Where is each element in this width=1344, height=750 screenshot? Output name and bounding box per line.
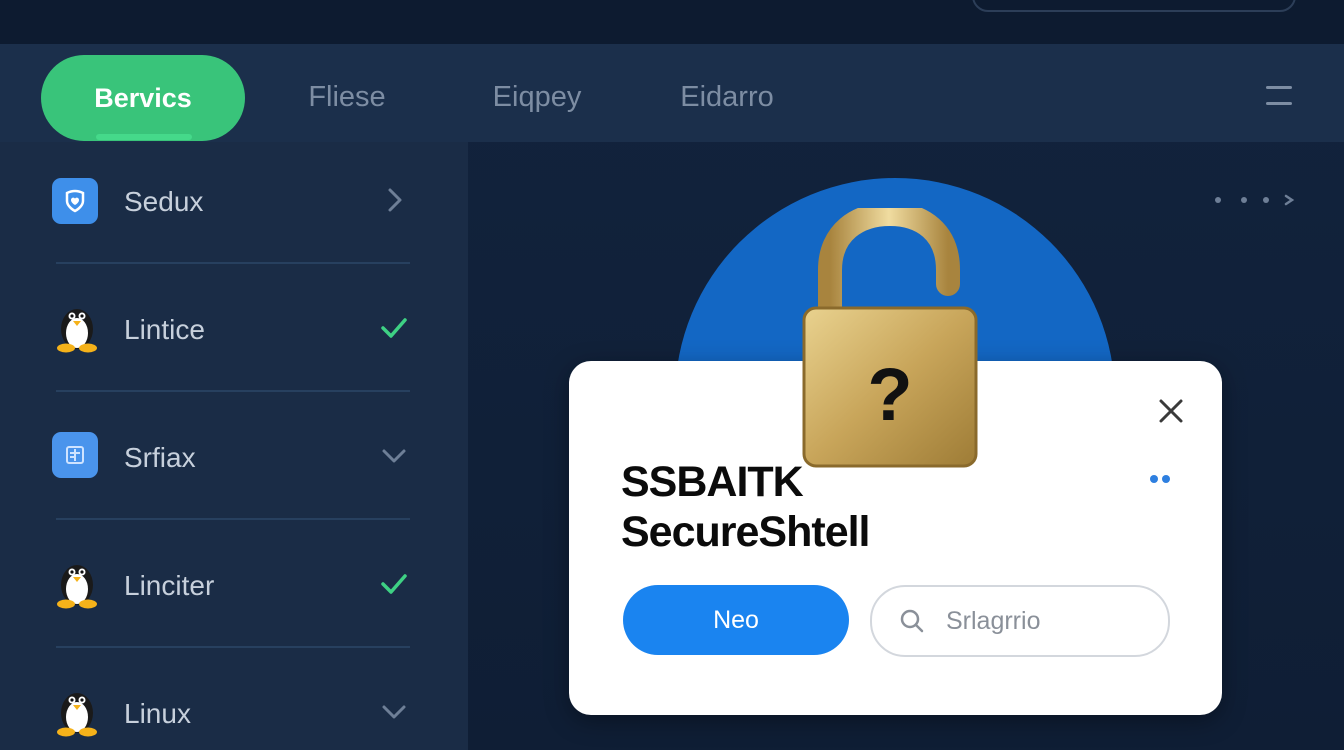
tab-bervics[interactable]: Bervics: [41, 55, 245, 141]
sidebar-item-label: Srfiax: [124, 442, 196, 473]
sidebar-divider: [56, 646, 410, 648]
active-tab-indicator: [96, 134, 192, 140]
neo-button[interactable]: Neo: [623, 585, 849, 655]
app-icon: [52, 432, 98, 478]
sidebar-divider: [56, 262, 410, 264]
dialog-more-icon[interactable]: [1145, 473, 1175, 485]
penguin-icon: [57, 693, 97, 737]
dialog-title-line2: SecureShtell: [621, 508, 870, 556]
tab-bar: Bervics Fliese Eiqpey Eidarro: [0, 44, 1344, 142]
shield-icon: [52, 178, 98, 224]
sidebar-item-sedux[interactable]: Sedux: [0, 142, 468, 270]
sidebar-item-lintice[interactable]: Lintice: [0, 270, 468, 398]
check-icon: [381, 318, 407, 338]
search-placeholder: Srlagrrio: [946, 607, 1041, 635]
check-icon: [381, 574, 407, 594]
sidebar-item-linciter[interactable]: Linciter: [0, 526, 468, 654]
tab-eidarro[interactable]: Eidarro: [652, 54, 802, 140]
tab-fliese[interactable]: Fliese: [272, 54, 422, 140]
sidebar-item-srfiax[interactable]: Srfiax: [0, 398, 468, 526]
header-search-box[interactable]: [972, 0, 1296, 12]
search-input[interactable]: Srlagrrio: [870, 585, 1170, 657]
more-dots-icon[interactable]: [1208, 192, 1298, 208]
tab-eiqpey[interactable]: Eiqpey: [462, 54, 612, 140]
chevron-down-icon: [382, 449, 406, 463]
sidebar-item-label: Lintice: [124, 314, 205, 345]
sidebar-item-label: Linciter: [124, 570, 215, 601]
hamburger-icon[interactable]: [1264, 86, 1294, 108]
close-icon[interactable]: [1153, 393, 1189, 429]
sidebar-item-label: Sedux: [124, 186, 204, 217]
chevron-right-icon: [388, 188, 402, 212]
sidebar-divider: [56, 390, 410, 392]
chevron-down-icon: [382, 705, 406, 719]
sidebar-divider: [56, 518, 410, 520]
padlock-question-icon: ?: [802, 208, 978, 468]
sidebar-item-linux[interactable]: Linux: [0, 654, 468, 750]
search-icon: [900, 609, 924, 633]
sidebar-item-label: Linux: [124, 698, 191, 729]
svg-text:?: ?: [867, 353, 912, 436]
logo-icon: [46, 0, 110, 10]
header-bar: [0, 0, 1344, 44]
penguin-icon: [57, 565, 97, 609]
sidebar: Sedux Lintice Srfiax Linciter Linux: [0, 142, 468, 750]
penguin-icon: [57, 309, 97, 353]
app-window: Bervics Fliese Eiqpey Eidarro Sedux Lint…: [0, 0, 1344, 750]
